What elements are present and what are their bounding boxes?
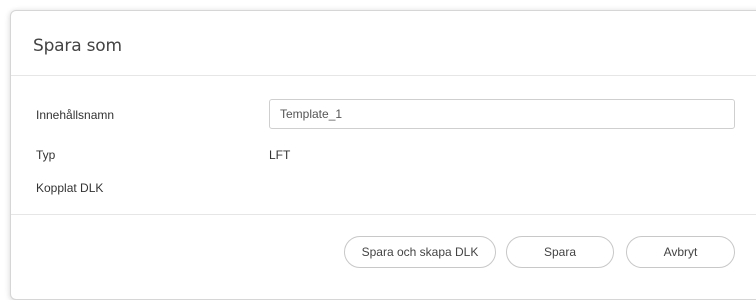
save-button[interactable]: Spara: [506, 236, 614, 268]
dialog-footer: [11, 214, 756, 215]
type-value: LFT: [269, 148, 291, 162]
content-name-input[interactable]: [269, 99, 735, 129]
type-label: Typ: [36, 148, 56, 162]
save-and-create-dlk-button[interactable]: Spara och skapa DLK: [344, 236, 496, 268]
save-as-dialog: Spara som Innehållsnamn Typ LFT Kopplat …: [10, 10, 756, 300]
dialog-header: Spara som: [11, 11, 756, 76]
cancel-button[interactable]: Avbryt: [626, 236, 735, 268]
linked-dlk-label: Kopplat DLK: [36, 181, 104, 195]
content-name-label: Innehållsnamn: [36, 108, 115, 122]
dialog-title: Spara som: [33, 36, 122, 56]
